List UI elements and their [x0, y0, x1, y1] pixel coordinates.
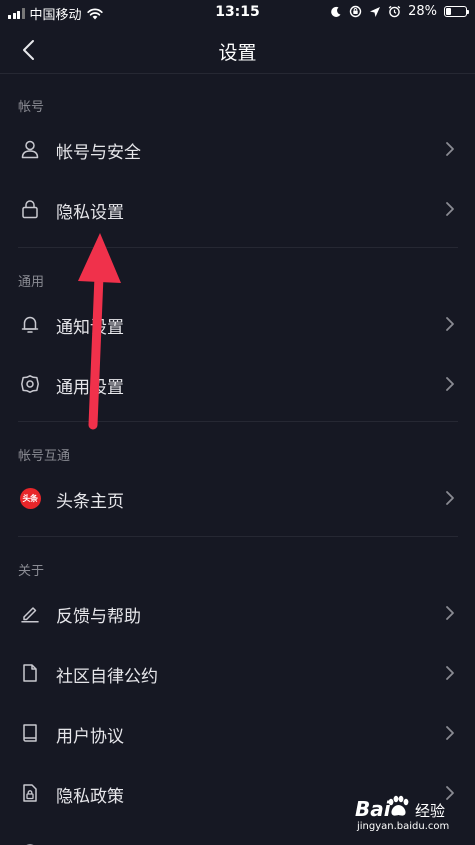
status-bar-right: 28%	[330, 4, 469, 19]
nav-divider	[0, 73, 475, 74]
row-user-agreement[interactable]: 用户协议	[0, 709, 475, 757]
row-community-guidelines[interactable]: 社区自律公约	[0, 649, 475, 697]
row-privacy-settings[interactable]: 隐私设置	[0, 185, 475, 233]
chevron-right-icon	[446, 317, 454, 331]
document-icon	[19, 662, 41, 684]
battery-level	[446, 8, 452, 15]
chevron-right-icon	[446, 142, 454, 156]
chevron-right-icon	[446, 606, 454, 620]
section-header-general: 通用	[18, 275, 45, 290]
baidu-watermark: Bai 经验 jingyan.baidu.com	[355, 795, 467, 837]
status-bar: 中国移动 13:15 28%	[0, 0, 475, 26]
chevron-right-icon	[446, 202, 454, 216]
row-label: 头条主页	[56, 492, 124, 512]
section-divider	[18, 247, 458, 248]
row-notification-settings[interactable]: 通知设置	[0, 300, 475, 348]
chevron-right-icon	[446, 377, 454, 391]
section-header-about: 关于	[18, 564, 45, 579]
row-feedback-help[interactable]: 反馈与帮助	[0, 589, 475, 637]
chevron-right-icon	[446, 666, 454, 680]
row-label: 帐号与安全	[56, 143, 141, 163]
row-general-settings[interactable]: 通用设置	[0, 360, 475, 408]
row-label: 用户协议	[56, 727, 124, 747]
toutiao-logo-icon: 头条	[19, 487, 41, 509]
paw-icon	[388, 795, 409, 816]
row-label: 隐私设置	[56, 203, 124, 223]
battery-icon	[444, 6, 469, 17]
moon-icon	[331, 6, 341, 17]
row-account-security[interactable]: 帐号与安全	[0, 125, 475, 173]
settings-screen: 中国移动 13:15 28% 设置 帐号 帐号与安全 隐私设置 通用 通知设置 …	[0, 0, 475, 845]
row-label: 通用设置	[56, 378, 124, 398]
gear-icon	[19, 373, 41, 395]
row-label: 反馈与帮助	[56, 607, 141, 627]
toutiao-badge: 头条	[19, 487, 41, 509]
lock-document-icon	[19, 782, 41, 804]
chevron-right-icon	[446, 491, 454, 505]
navigation-bar: 设置	[0, 26, 475, 74]
user-icon	[19, 138, 41, 160]
section-divider	[18, 536, 458, 537]
battery-percent: 28%	[408, 4, 437, 19]
rotation-lock-icon	[349, 5, 362, 18]
section-header-account: 帐号	[18, 100, 45, 115]
watermark-brand-suffix: 经验	[415, 802, 446, 820]
pencil-icon	[19, 602, 41, 624]
page-title: 设置	[218, 42, 257, 64]
section-divider	[18, 421, 458, 422]
section-header-linked-accounts: 帐号互通	[18, 449, 71, 464]
row-label: 通知设置	[56, 318, 124, 338]
book-icon	[19, 722, 41, 744]
location-icon	[370, 6, 381, 17]
bell-icon	[19, 313, 41, 335]
row-label: 社区自律公约	[56, 667, 158, 687]
chevron-right-icon	[446, 726, 454, 740]
alarm-icon	[388, 5, 401, 18]
watermark-url: jingyan.baidu.com	[357, 821, 450, 832]
lock-icon	[19, 198, 41, 220]
row-toutiao-homepage[interactable]: 头条 头条主页	[0, 474, 475, 522]
row-label: 隐私政策	[56, 787, 124, 807]
